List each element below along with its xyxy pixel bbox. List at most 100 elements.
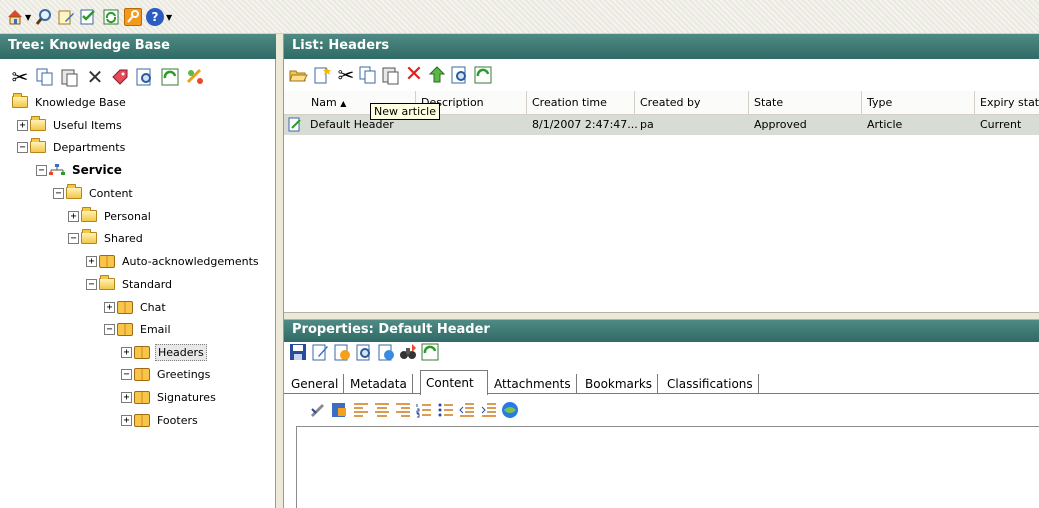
web-icon[interactable]: [501, 401, 519, 419]
numbered-list-icon[interactable]: [415, 401, 433, 419]
edit-icon[interactable]: [310, 342, 330, 362]
expand-toggle-icon[interactable]: +: [86, 255, 97, 267]
tab-general[interactable]: General: [286, 374, 345, 394]
cut-icon[interactable]: ✂: [10, 67, 30, 87]
tree-node-headers[interactable]: + Headers: [121, 343, 207, 361]
tree-node-label[interactable]: Useful Items: [51, 118, 124, 133]
collapse-toggle-icon[interactable]: −: [36, 164, 47, 176]
tree-node-label[interactable]: Signatures: [155, 390, 218, 405]
note-edit-icon[interactable]: [57, 8, 75, 26]
checklist-icon[interactable]: [79, 8, 97, 26]
link-icon[interactable]: [185, 67, 205, 87]
spellcheck-icon[interactable]: [308, 401, 326, 419]
publish-icon[interactable]: [376, 342, 396, 362]
column-header-creation-time[interactable]: Creation time: [527, 91, 635, 115]
tree-node-label[interactable]: Content: [87, 186, 135, 201]
expand-toggle-icon[interactable]: +: [121, 346, 132, 358]
tab-metadata[interactable]: Metadata: [345, 374, 413, 394]
column-header-type[interactable]: Type: [862, 91, 975, 115]
copy-icon[interactable]: [35, 67, 55, 87]
copy-icon[interactable]: [358, 65, 378, 85]
delete-icon[interactable]: ✕: [85, 67, 105, 87]
collapse-toggle-icon[interactable]: −: [86, 278, 97, 290]
tree-node-standard[interactable]: − Standard: [86, 275, 174, 293]
search-icon[interactable]: [35, 8, 53, 26]
refresh-icon[interactable]: [473, 65, 493, 85]
collapse-toggle-icon[interactable]: −: [121, 368, 132, 380]
tree-node-label[interactable]: Greetings: [155, 367, 212, 382]
help-icon[interactable]: ?: [146, 8, 164, 26]
tree-node-email[interactable]: − Email: [104, 320, 173, 338]
key-icon[interactable]: [124, 8, 142, 26]
align-left-icon[interactable]: [352, 401, 370, 419]
refresh-icon[interactable]: [102, 8, 120, 26]
tree-node-shared[interactable]: − Shared: [68, 229, 145, 247]
collapse-toggle-icon[interactable]: −: [68, 232, 79, 244]
tree-node-label[interactable]: Service: [70, 162, 124, 178]
expand-toggle-icon[interactable]: +: [104, 301, 115, 313]
refresh-icon[interactable]: [420, 342, 440, 362]
tree-node-departments[interactable]: − Departments: [17, 138, 127, 156]
tree-node-label[interactable]: Knowledge Base: [33, 95, 128, 110]
align-right-icon[interactable]: [394, 401, 412, 419]
tree-node-label[interactable]: Standard: [120, 277, 174, 292]
column-header-expiry-state[interactable]: Expiry state: [975, 91, 1039, 115]
home-dropdown-arrow-icon[interactable]: ▼: [25, 13, 31, 22]
paste-icon[interactable]: [381, 65, 401, 85]
approve-icon[interactable]: [332, 342, 352, 362]
refresh-icon[interactable]: [160, 67, 180, 87]
tree-node-label[interactable]: Footers: [155, 413, 200, 428]
tree-node-personal[interactable]: + Personal: [68, 207, 153, 225]
tree-node-label[interactable]: Chat: [138, 300, 168, 315]
tree-node-chat[interactable]: + Chat: [104, 298, 168, 316]
binoculars-icon[interactable]: [398, 342, 418, 362]
tree-node-label[interactable]: Email: [138, 322, 173, 337]
open-folder-icon[interactable]: [288, 65, 308, 85]
save-icon[interactable]: [288, 342, 308, 362]
tree-node-label[interactable]: Personal: [102, 209, 153, 224]
tab-attachments[interactable]: Attachments: [489, 374, 577, 394]
tree-node-auto-acknowledgements[interactable]: + Auto-acknowledgements: [86, 252, 261, 270]
horizontal-splitter[interactable]: [284, 312, 1039, 320]
expand-toggle-icon[interactable]: +: [17, 119, 28, 131]
find-icon[interactable]: [135, 67, 155, 87]
collapse-toggle-icon[interactable]: −: [104, 323, 115, 335]
tab-bookmarks[interactable]: Bookmarks: [580, 374, 659, 394]
tree-node-knowledge-base[interactable]: Knowledge Base: [12, 93, 128, 111]
expand-toggle-icon[interactable]: +: [121, 391, 132, 403]
indent-icon[interactable]: [480, 401, 498, 419]
tree-node-label[interactable]: Auto-acknowledgements: [120, 254, 261, 269]
tree-node-useful-items[interactable]: + Useful Items: [17, 116, 124, 134]
expand-toggle-icon[interactable]: +: [68, 210, 79, 222]
cut-icon[interactable]: ✂: [336, 65, 356, 85]
column-header-state[interactable]: State: [749, 91, 862, 115]
tree-node-greetings[interactable]: − Greetings: [121, 365, 212, 383]
tab-content[interactable]: Content: [420, 370, 488, 395]
new-article-icon[interactable]: [312, 65, 332, 85]
preview-icon[interactable]: [354, 342, 374, 362]
home-icon[interactable]: [6, 8, 24, 26]
paste-icon[interactable]: [60, 67, 80, 87]
tree-node-signatures[interactable]: + Signatures: [121, 388, 218, 406]
insert-icon[interactable]: [330, 401, 348, 419]
delete-icon[interactable]: ✕: [404, 64, 424, 86]
vertical-splitter[interactable]: [276, 34, 284, 508]
tree-node-service[interactable]: − Service: [36, 161, 124, 179]
find-icon[interactable]: [450, 65, 470, 85]
tree-node-footers[interactable]: + Footers: [121, 411, 200, 429]
align-center-icon[interactable]: [373, 401, 391, 419]
collapse-toggle-icon[interactable]: −: [17, 141, 28, 153]
content-editor[interactable]: [296, 426, 1039, 508]
tree-node-label[interactable]: Departments: [51, 140, 127, 155]
tree-node-content[interactable]: − Content: [53, 184, 135, 202]
column-header-created-by[interactable]: Created by: [635, 91, 749, 115]
collapse-toggle-icon[interactable]: −: [53, 187, 64, 199]
tree-node-label[interactable]: Headers: [155, 343, 207, 361]
expand-toggle-icon[interactable]: +: [121, 414, 132, 426]
tree-node-label[interactable]: Shared: [102, 231, 145, 246]
outdent-icon[interactable]: [458, 401, 476, 419]
tag-icon[interactable]: [110, 67, 130, 87]
help-dropdown-arrow-icon[interactable]: ▼: [166, 13, 172, 22]
tab-classifications[interactable]: Classifications: [662, 374, 759, 394]
move-up-icon[interactable]: [427, 65, 447, 85]
